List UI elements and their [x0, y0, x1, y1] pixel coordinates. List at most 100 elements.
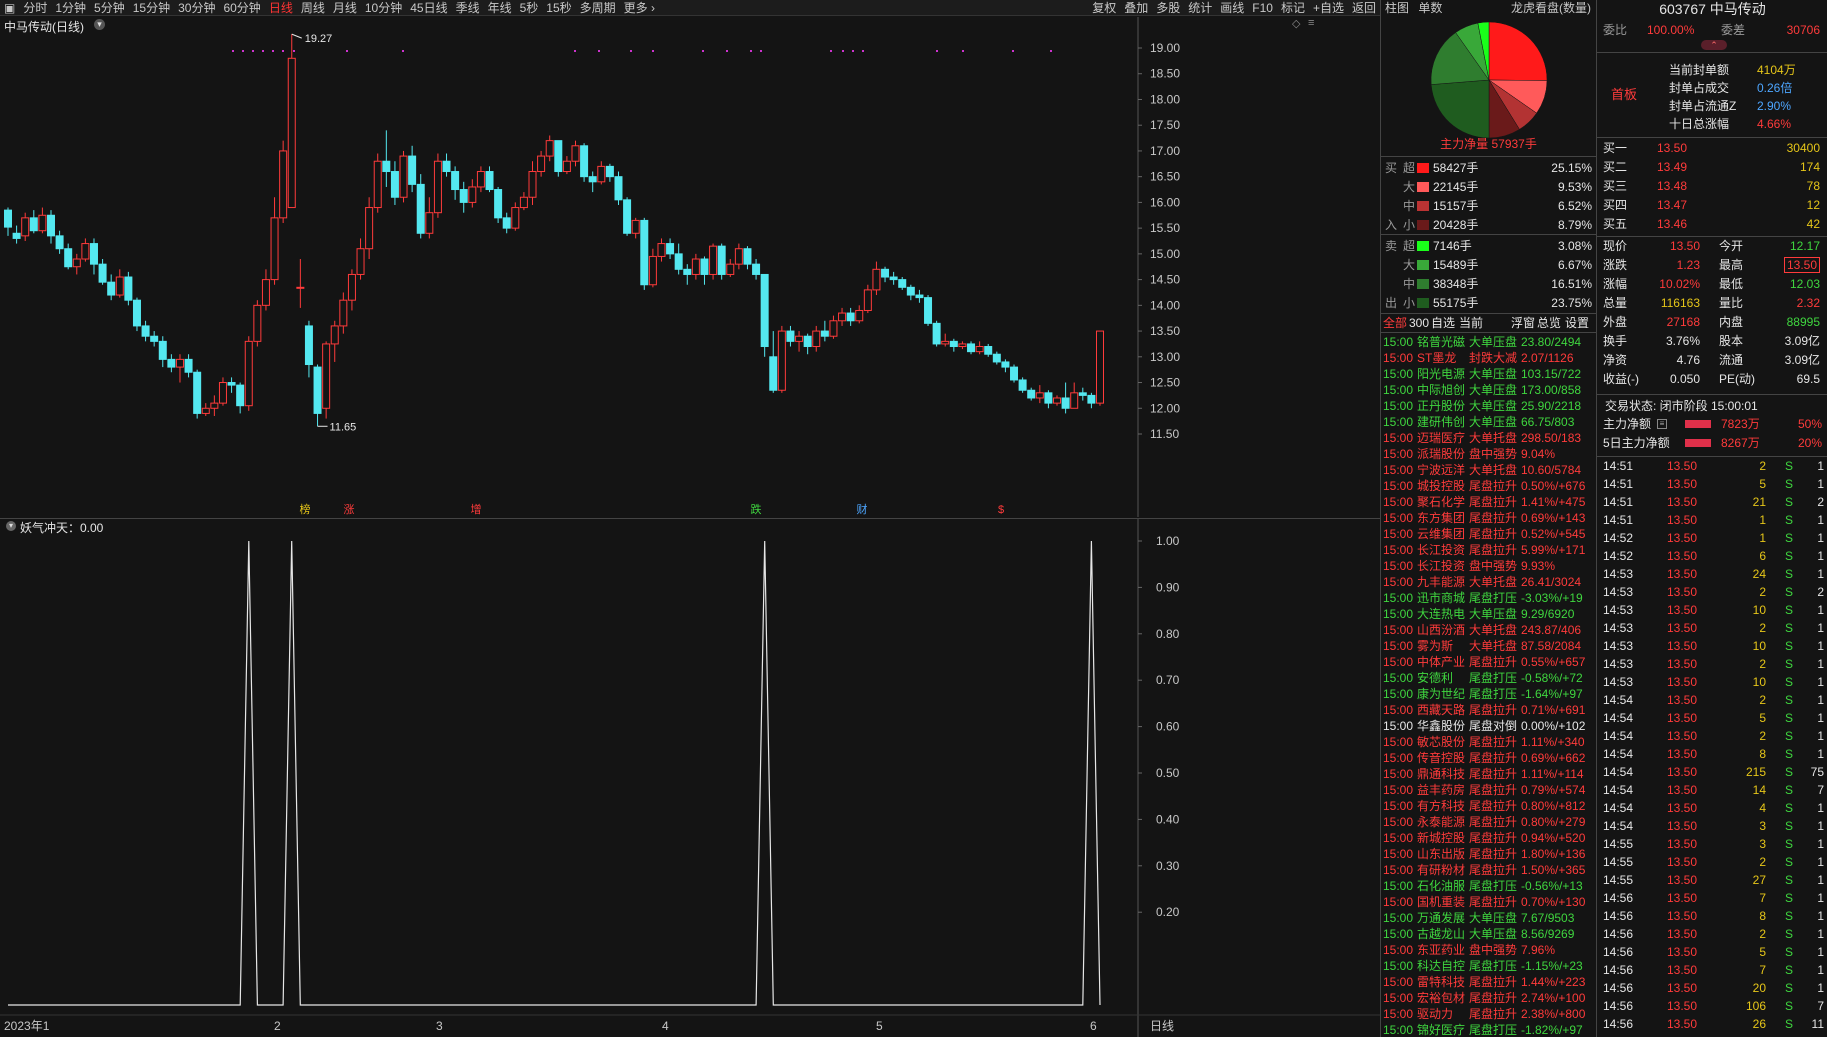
tool-5[interactable]: F10: [1248, 0, 1277, 16]
candlestick-chart[interactable]: 19.00 18.50 18.00 17.50 17.00 16.50 16.00 15.50…: [0, 17, 1380, 517]
tool-1[interactable]: 叠加: [1120, 0, 1152, 16]
event-row[interactable]: 15:00 有研粉材 尾盘拉升 1.50%/+365: [1381, 862, 1596, 878]
period-2[interactable]: 5分钟: [90, 0, 129, 15]
list-tab-3[interactable]: 当前: [1459, 315, 1483, 331]
event-row[interactable]: 15:00 山东出版 尾盘拉升 1.80%/+136: [1381, 846, 1596, 862]
event-marker[interactable]: $: [998, 504, 1004, 516]
event-row[interactable]: 15:00 山西汾酒 大单托盘 243.87/406: [1381, 622, 1596, 638]
tool-6[interactable]: 标记: [1277, 0, 1309, 16]
period-13[interactable]: 5秒: [516, 0, 543, 15]
event-row[interactable]: 15:00 云维集团 尾盘拉升 0.52%/+545: [1381, 526, 1596, 542]
period-8[interactable]: 月线: [329, 0, 361, 15]
event-row[interactable]: 15:00 大连热电 大单压盘 9.29/6920: [1381, 606, 1596, 622]
event-row[interactable]: 15:00 益丰药房 尾盘拉升 0.79%/+574: [1381, 782, 1596, 798]
event-row[interactable]: 15:00 铭普光磁 大单压盘 23.80/2494: [1381, 334, 1596, 350]
period-0[interactable]: 分时: [19, 0, 51, 15]
period-1[interactable]: 1分钟: [51, 0, 90, 15]
event-row[interactable]: 15:00 长江投资 尾盘拉升 5.99%/+171: [1381, 542, 1596, 558]
event-marker[interactable]: 财: [857, 502, 868, 516]
event-row[interactable]: 15:00 雷特科技 尾盘拉升 1.44%/+223: [1381, 974, 1596, 990]
period-15[interactable]: 多周期: [576, 0, 620, 15]
event-row[interactable]: 15:00 迅市商城 尾盘打压 -3.03%/+19: [1381, 590, 1596, 606]
event-row[interactable]: 15:00 石化油服 尾盘打压 -0.56%/+13: [1381, 878, 1596, 894]
list-tab-0[interactable]: 全部: [1383, 315, 1407, 331]
event-row[interactable]: 15:00 万通发展 大单压盘 7.67/9503: [1381, 910, 1596, 926]
event-row[interactable]: 15:00 ST墨龙 封跌大减 2.07/1126: [1381, 350, 1596, 366]
event-value: -1.64%/+97: [1521, 687, 1583, 701]
period-3[interactable]: 15分钟: [129, 0, 174, 15]
event-row[interactable]: 15:00 新城控股 尾盘拉升 0.94%/+520: [1381, 830, 1596, 846]
event-row[interactable]: 15:00 建研伟创 大单压盘 66.75/803: [1381, 414, 1596, 430]
event-stock: 科达自控: [1417, 959, 1466, 973]
period-11[interactable]: 季线: [452, 0, 484, 15]
event-row[interactable]: 15:00 雾为斯 大单托盘 87.58/2084: [1381, 638, 1596, 654]
event-row[interactable]: 15:00 东亚药业 盘中强势 7.96%: [1381, 942, 1596, 958]
event-row[interactable]: 15:00 传音控股 尾盘拉升 0.69%/+662: [1381, 750, 1596, 766]
period-7[interactable]: 周线: [297, 0, 329, 15]
event-row[interactable]: 15:00 阳光电源 大单压盘 103.15/722: [1381, 366, 1596, 382]
tab-bar-chart[interactable]: 柱图: [1385, 1, 1409, 15]
quote-label: 净资: [1603, 353, 1628, 367]
event-row[interactable]: 15:00 古越龙山 大单压盘 8.56/9269: [1381, 926, 1596, 942]
tab-order-count[interactable]: 单数: [1418, 1, 1442, 15]
event-row[interactable]: 15:00 正丹股份 大单压盘 25.90/2218: [1381, 398, 1596, 414]
event-row[interactable]: 15:00 永泰能源 尾盘拉升 0.80%/+279: [1381, 814, 1596, 830]
tool-3[interactable]: 统计: [1184, 0, 1216, 16]
event-row[interactable]: 15:00 城投控股 尾盘拉升 0.50%/+676: [1381, 478, 1596, 494]
event-row[interactable]: 15:00 国机重装 尾盘拉升 0.70%/+130: [1381, 894, 1596, 910]
chart-area[interactable]: 中马传动(日线) ▾ ◇ ≡ 19.00 18.50 18.00 17.50 17.00…: [0, 17, 1380, 1037]
list-tab-2[interactable]: 自选: [1431, 315, 1455, 331]
event-time: 15:00: [1383, 463, 1414, 477]
event-row[interactable]: 15:00 驱动力 尾盘拉升 2.38%/+800: [1381, 1006, 1596, 1022]
event-row[interactable]: 15:00 中际旭创 大单压盘 173.00/858: [1381, 382, 1596, 398]
expand-up-icon[interactable]: ⌃: [1701, 40, 1727, 50]
candle-body: [519, 196, 528, 209]
event-row[interactable]: 15:00 敏芯股份 尾盘拉升 1.11%/+340: [1381, 734, 1596, 750]
event-row[interactable]: 15:00 东方集团 尾盘拉升 0.69%/+143: [1381, 510, 1596, 526]
indicator-chart[interactable]: 1.00 0.90 0.80 0.70 0.60 0.50 0.40 0.30 0.20 2023…: [0, 519, 1380, 1037]
period-5[interactable]: 60分钟: [219, 0, 264, 15]
tick-side: S: [1785, 639, 1794, 653]
event-marker[interactable]: 增: [471, 502, 482, 516]
list-tab-5[interactable]: 总览: [1537, 315, 1561, 331]
period-16[interactable]: 更多 ›: [620, 0, 659, 15]
event-row[interactable]: 15:00 锦好医疗 尾盘打压 -1.82%/+97: [1381, 1022, 1596, 1037]
event-type: 大单压盘: [1469, 399, 1518, 413]
period-10[interactable]: 45日线: [406, 0, 451, 15]
list-tab-4[interactable]: 浮窗: [1511, 315, 1535, 331]
event-time: 15:00: [1383, 783, 1414, 797]
event-row[interactable]: 15:00 宏裕包材 尾盘拉升 2.74%/+100: [1381, 990, 1596, 1006]
event-row[interactable]: 15:00 西藏天路 尾盘拉升 0.71%/+691: [1381, 702, 1596, 718]
event-row[interactable]: 15:00 长江投资 盘中强势 9.93%: [1381, 558, 1596, 574]
event-row[interactable]: 15:00 派瑞股份 盘中强势 9.04%: [1381, 446, 1596, 462]
event-row[interactable]: 15:00 聚石化学 尾盘拉升 1.41%/+475: [1381, 494, 1596, 510]
period-6[interactable]: 日线: [265, 0, 297, 15]
tool-0[interactable]: 复权: [1088, 0, 1120, 16]
event-row[interactable]: 15:00 安德利 尾盘打压 -0.58%/+72: [1381, 670, 1596, 686]
event-marker[interactable]: 跌: [751, 502, 762, 516]
event-row[interactable]: 15:00 有方科技 尾盘拉升 0.80%/+812: [1381, 798, 1596, 814]
period-4[interactable]: 30分钟: [174, 0, 219, 15]
event-row[interactable]: 15:00 宁波远洋 大单托盘 10.60/5784: [1381, 462, 1596, 478]
event-row[interactable]: 15:00 科达自控 尾盘打压 -1.15%/+23: [1381, 958, 1596, 974]
list-tab-1[interactable]: 300: [1409, 315, 1429, 331]
event-row[interactable]: 15:00 九丰能源 大单托盘 26.41/3024: [1381, 574, 1596, 590]
tool-4[interactable]: 画线: [1216, 0, 1248, 16]
event-row[interactable]: 15:00 康为世纪 尾盘打压 -1.64%/+97: [1381, 686, 1596, 702]
period-12[interactable]: 年线: [484, 0, 516, 15]
event-row[interactable]: 15:00 鼎通科技 尾盘拉升 1.11%/+114: [1381, 766, 1596, 782]
tick-row: 14:56 13.50 5 S 1: [1597, 944, 1827, 960]
event-row[interactable]: 15:00 华鑫股份 尾盘对倒 0.00%/+102: [1381, 718, 1596, 734]
flow-kind: 超: [1403, 239, 1416, 253]
period-9[interactable]: 10分钟: [361, 0, 406, 15]
tool-2[interactable]: 多股: [1152, 0, 1184, 16]
info-icon[interactable]: ≡: [1657, 419, 1667, 429]
event-marker[interactable]: 涨: [344, 503, 355, 516]
tool-7[interactable]: +自选: [1309, 0, 1348, 16]
period-14[interactable]: 15秒: [542, 0, 575, 15]
tool-8[interactable]: 返回: [1348, 0, 1380, 16]
list-tab-6[interactable]: 设置: [1565, 315, 1589, 331]
event-marker[interactable]: 榜: [300, 502, 311, 516]
event-row[interactable]: 15:00 中体产业 尾盘拉升 0.55%/+657: [1381, 654, 1596, 670]
event-row[interactable]: 15:00 迈瑞医疗 大单托盘 298.50/183: [1381, 430, 1596, 446]
